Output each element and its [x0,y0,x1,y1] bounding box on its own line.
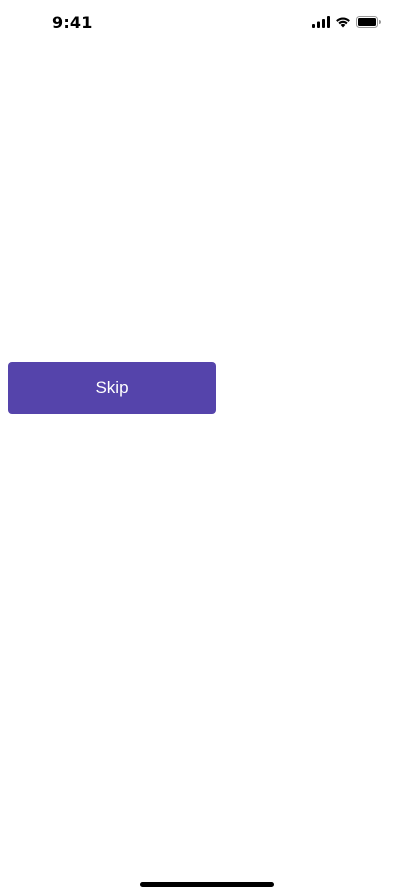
skip-button[interactable]: Skip [8,362,216,414]
cellular-signal-icon [312,16,330,28]
wifi-icon [335,16,351,28]
status-time: 9:41 [52,13,93,32]
home-indicator[interactable] [140,882,274,887]
status-bar: 9:41 [0,0,414,44]
battery-icon [356,16,381,28]
status-icons [312,15,381,29]
